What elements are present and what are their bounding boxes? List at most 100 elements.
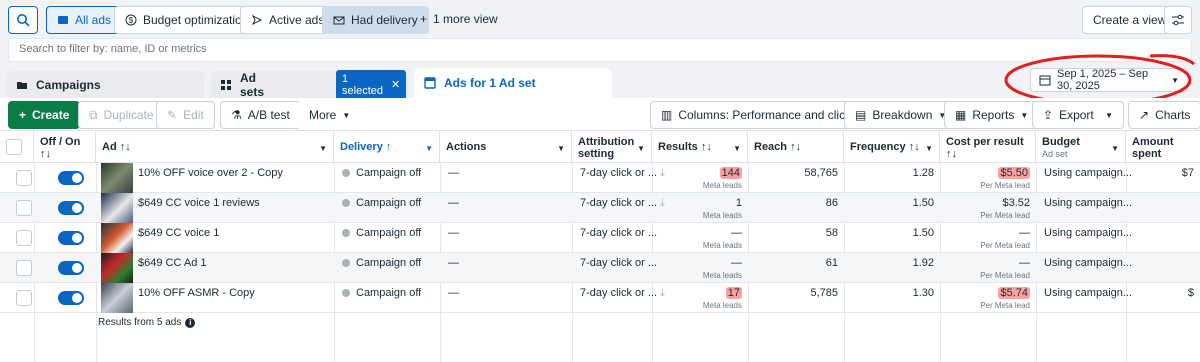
settings-sliders-button[interactable]: [1164, 6, 1192, 34]
table-row[interactable]: $649 CC voice 1 Campaign off — 7-day cli…: [0, 223, 1200, 253]
ad-toggle[interactable]: [58, 231, 84, 245]
ad-thumbnail[interactable]: [101, 193, 133, 223]
view-label: Had delivery: [351, 13, 418, 27]
reports-button[interactable]: ▦ Reports ▼: [944, 101, 1040, 129]
col-delivery[interactable]: Delivery ↑ ▼: [334, 131, 440, 163]
frequency-value: 1.30: [912, 287, 934, 299]
view-had-delivery[interactable]: Had delivery: [322, 6, 429, 34]
chevron-down-icon[interactable]: ▼: [319, 143, 327, 155]
results-value: —: [731, 227, 742, 239]
download-icon: ⤓: [660, 287, 665, 299]
chevron-down-icon[interactable]: ▼: [733, 143, 741, 155]
ad-toggle[interactable]: [58, 201, 84, 215]
chevron-down-icon[interactable]: ▼: [925, 143, 933, 155]
info-icon[interactable]: i: [185, 317, 196, 328]
delivery-status: Campaign off: [356, 287, 422, 299]
tab-ad-sets[interactable]: Ad sets 1 selected ✕: [210, 69, 408, 100]
reach-value: 61: [825, 257, 838, 269]
col-amount-spent[interactable]: Amount spent: [1126, 131, 1200, 163]
charts-button[interactable]: ↗ Charts: [1128, 101, 1200, 129]
col-ad[interactable]: Ad ↑↓ ▼: [96, 131, 334, 163]
delivery-status: Campaign off: [356, 167, 422, 179]
status-dot: [342, 259, 350, 268]
ads-icon: [57, 14, 69, 26]
view-label: Active ads: [269, 13, 325, 27]
tab-ads[interactable]: Ads for 1 Ad set: [414, 68, 612, 98]
duplicate-icon: ⧉: [89, 107, 98, 122]
table-row[interactable]: $649 CC voice 1 reviews Campaign off — 7…: [0, 193, 1200, 223]
row-checkbox[interactable]: [16, 290, 32, 306]
table-row[interactable]: 10% OFF ASMR - Copy Campaign off — 7-day…: [0, 283, 1200, 313]
sort-icon[interactable]: ↑↓: [946, 148, 957, 160]
sort-icon[interactable]: ↑↓: [120, 141, 131, 153]
create-button[interactable]: + Create: [8, 101, 81, 129]
col-cost-per-result[interactable]: Cost per result ↑↓: [940, 131, 1036, 163]
search-input[interactable]: Search to filter by: name, ID or metrics: [8, 38, 1192, 62]
budget-value: Using campaign...: [1044, 287, 1133, 299]
chevron-down-icon[interactable]: ▼: [1111, 143, 1119, 155]
chevron-down-icon[interactable]: ▼: [425, 143, 433, 155]
col-reach[interactable]: Reach ↑↓: [748, 131, 844, 163]
tab-campaigns[interactable]: Campaigns: [6, 71, 204, 98]
col-attribution[interactable]: Attribution setting ▼: [572, 131, 652, 163]
sort-asc-icon[interactable]: ↑: [386, 141, 392, 153]
duplicate-button[interactable]: ⧉ Duplicate: [78, 101, 165, 129]
more-views-link[interactable]: + 1 more view: [420, 12, 498, 26]
date-range-picker[interactable]: Sep 1, 2025 – Sep 30, 2025 ▼: [1030, 68, 1188, 92]
sort-icon[interactable]: ↑↓: [40, 148, 51, 160]
row-checkbox[interactable]: [16, 230, 32, 246]
ad-thumbnail[interactable]: [101, 253, 133, 283]
ab-test-button[interactable]: ⚗ A/B test: [220, 101, 301, 129]
view-budget-optimization[interactable]: $ Budget optimization: [114, 6, 260, 34]
row-checkbox[interactable]: [16, 260, 32, 276]
results-value: 17: [725, 287, 742, 299]
edit-button[interactable]: ✎ Edit: [156, 101, 215, 129]
chevron-down-icon[interactable]: ▼: [637, 143, 645, 155]
col-actions[interactable]: Actions ▼: [440, 131, 572, 163]
ad-thumbnail[interactable]: [101, 283, 133, 313]
flask-icon: ⚗: [231, 108, 242, 122]
col-results[interactable]: Results ↑↓ ▼: [652, 131, 748, 163]
row-checkbox[interactable]: [16, 200, 32, 216]
cost-per-result-value: $5.50: [998, 167, 1030, 179]
ad-toggle[interactable]: [58, 171, 84, 185]
select-all-checkbox[interactable]: [6, 139, 22, 155]
export-button[interactable]: ⇪ Export ▼: [1032, 101, 1124, 129]
col-off-on[interactable]: Off / On ↑↓: [34, 131, 96, 163]
view-all-ads[interactable]: All ads: [46, 6, 123, 34]
reports-icon: ▦: [955, 108, 967, 122]
reach-value: 58,765: [804, 167, 838, 179]
reach-value: 86: [825, 197, 838, 209]
ad-toggle[interactable]: [58, 261, 84, 275]
selected-pill[interactable]: 1 selected ✕: [336, 69, 407, 100]
ad-name[interactable]: $649 CC voice 1 reviews: [132, 193, 266, 223]
budget-value: Using campaign...: [1044, 197, 1133, 209]
sort-icon[interactable]: ↑↓: [909, 141, 920, 153]
ad-name[interactable]: 10% OFF ASMR - Copy: [132, 283, 261, 313]
ad-thumbnail[interactable]: [101, 163, 133, 193]
breakdown-button[interactable]: ▤ Breakdown ▼: [844, 101, 958, 129]
select-all-header[interactable]: [0, 131, 34, 163]
col-budget[interactable]: Budget Ad set ▼: [1036, 131, 1126, 163]
reach-value: 5,785: [810, 287, 838, 299]
ad-toggle[interactable]: [58, 291, 84, 305]
ad-name[interactable]: $649 CC voice 1: [132, 223, 225, 253]
sort-icon[interactable]: ↑↓: [790, 141, 801, 153]
action-toolbar: + Create ⧉ Duplicate ✎ Edit ⚗ A/B test More ▼…: [0, 98, 1200, 130]
table-row[interactable]: 10% OFF voice over 2 - Copy Campaign off…: [0, 163, 1200, 193]
ad-name[interactable]: $649 CC Ad 1: [132, 253, 213, 283]
table-row[interactable]: $649 CC Ad 1 Campaign off — 7-day click …: [0, 253, 1200, 283]
more-button[interactable]: More ▼: [298, 101, 362, 129]
close-icon[interactable]: ✕: [391, 78, 400, 91]
view-label: All ads: [75, 13, 112, 27]
actions-value: —: [448, 227, 459, 239]
ad-name[interactable]: 10% OFF voice over 2 - Copy: [132, 163, 289, 193]
row-checkbox[interactable]: [16, 170, 32, 186]
ads-table: Off / On ↑↓ Ad ↑↓ ▼ Delivery ↑ ▼ Actions ▼ A…: [0, 130, 1200, 362]
ad-thumbnail[interactable]: [101, 223, 133, 253]
chevron-down-icon[interactable]: ▼: [557, 143, 565, 155]
sort-icon[interactable]: ↑↓: [701, 141, 712, 153]
col-frequency[interactable]: Frequency ↑↓ ▼: [844, 131, 940, 163]
search-button[interactable]: [8, 6, 38, 34]
cost-per-result-value: $5.74: [998, 287, 1030, 299]
